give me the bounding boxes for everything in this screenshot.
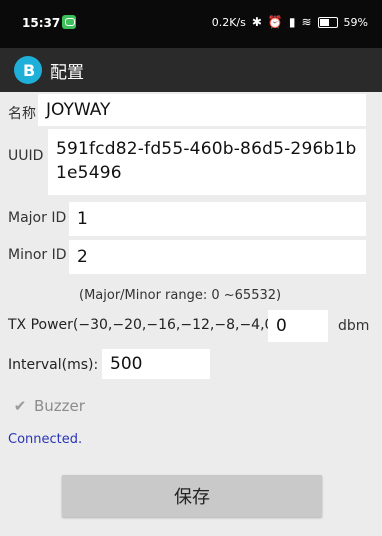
- uuid-input[interactable]: 591fcd82-fd55-460b-86d5-296b1b 1e5496: [48, 129, 366, 195]
- app-logo-icon: B: [14, 56, 42, 84]
- tx-power-label: TX Power(−30,−20,−16,−12,−8,−4,0,4):: [8, 317, 297, 333]
- net-speed: 0.2K/s: [211, 15, 246, 29]
- bluetooth-icon: ✱: [251, 15, 262, 29]
- status-time: 15:37: [22, 16, 61, 30]
- range-hint: (Major/Minor range: 0 ~65532): [79, 288, 282, 303]
- uuid-label: UUID: [8, 148, 44, 164]
- tx-power-input[interactable]: 0: [268, 310, 328, 342]
- save-button[interactable]: 保存: [62, 475, 322, 517]
- signal-icon: ▮: [288, 15, 296, 29]
- page-title: 配置: [50, 63, 84, 83]
- connection-status: Connected.: [8, 432, 83, 447]
- buzzer-label: Buzzer: [34, 397, 85, 415]
- minor-id-label: Minor ID: [8, 247, 67, 263]
- buzzer-checkbox[interactable]: ✔ Buzzer: [12, 396, 85, 416]
- tx-power-unit: dbm: [338, 318, 370, 334]
- major-id-input[interactable]: 1: [69, 202, 366, 236]
- wifi-icon: ≋: [301, 15, 312, 29]
- major-id-label: Major ID: [8, 210, 67, 226]
- action-bar: B 配置: [0, 48, 382, 92]
- status-icons: 0.2K/s ✱ ⏰ ▮ ≋ 59%: [212, 15, 368, 29]
- name-label: 名称: [8, 106, 36, 122]
- alarm-icon: ⏰: [267, 15, 283, 29]
- name-input[interactable]: JOYWAY: [38, 94, 366, 126]
- message-icon: [62, 15, 76, 29]
- minor-id-input[interactable]: 2: [69, 240, 366, 274]
- interval-input[interactable]: 500: [102, 349, 210, 379]
- battery-percent: 59%: [343, 15, 368, 29]
- battery-icon: [317, 16, 338, 28]
- checkmark-icon: ✔: [13, 397, 27, 415]
- interval-label: Interval(ms):: [8, 357, 99, 373]
- status-bar: 15:37 0.2K/s ✱ ⏰ ▮ ≋ 59%: [0, 0, 382, 48]
